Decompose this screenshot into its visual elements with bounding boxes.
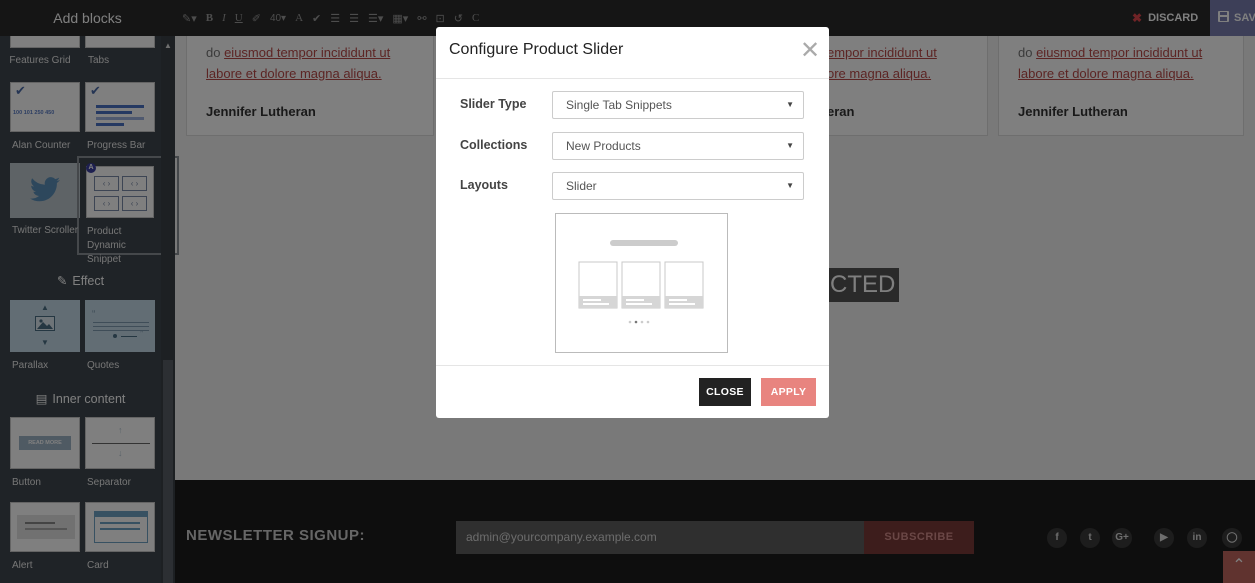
- collections-value: New Products: [566, 139, 641, 153]
- close-icon[interactable]: ✕: [800, 36, 820, 65]
- slider-type-label: Slider Type: [460, 97, 527, 111]
- collections-select[interactable]: New Products ▼: [552, 132, 804, 160]
- divider: [436, 78, 829, 79]
- layouts-label: Layouts: [460, 178, 508, 192]
- dropdown-caret-icon: ▼: [786, 141, 794, 150]
- modal-title: Configure Product Slider: [449, 41, 624, 58]
- configure-product-slider-dialog: Configure Product Slider ✕ Slider Type S…: [436, 27, 829, 418]
- divider: [436, 365, 829, 366]
- close-button[interactable]: CLOSE: [699, 378, 751, 406]
- apply-button[interactable]: APPLY: [761, 378, 816, 406]
- dropdown-caret-icon: ▼: [786, 181, 794, 190]
- slider-type-value: Single Tab Snippets: [566, 98, 672, 112]
- layout-preview-image: [555, 213, 728, 353]
- layouts-select[interactable]: Slider ▼: [552, 172, 804, 200]
- collections-label: Collections: [460, 138, 528, 152]
- dropdown-caret-icon: ▼: [786, 100, 794, 109]
- slider-type-select[interactable]: Single Tab Snippets ▼: [552, 91, 804, 119]
- layouts-value: Slider: [566, 179, 597, 193]
